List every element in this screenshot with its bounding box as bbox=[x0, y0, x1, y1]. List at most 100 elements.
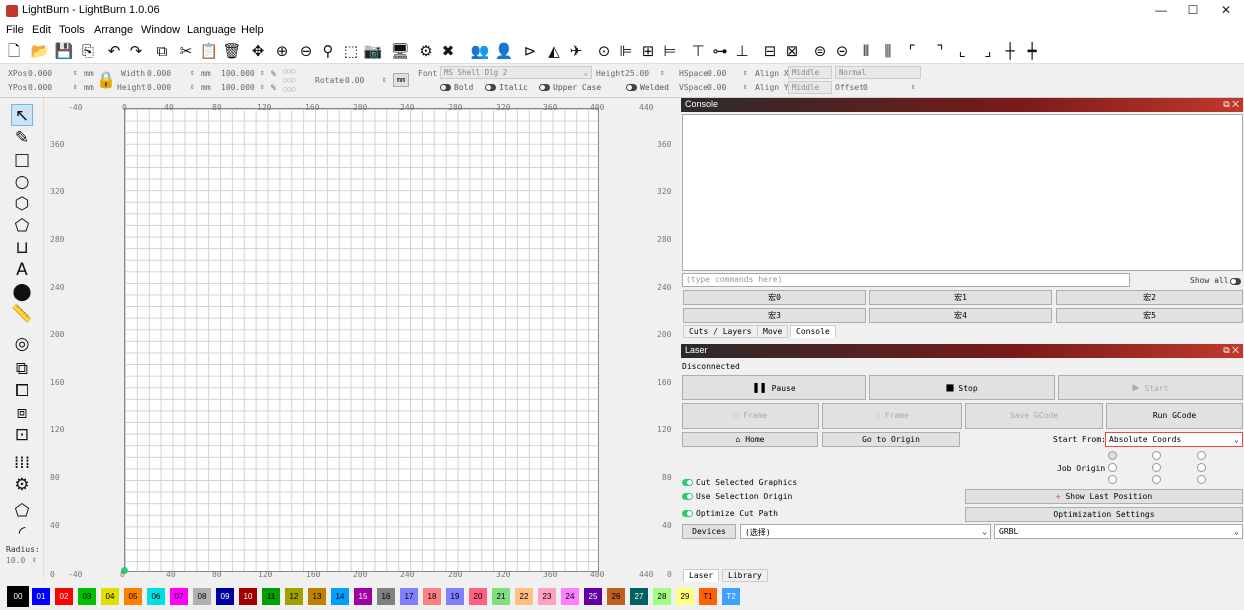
rectangle-tool-icon[interactable]: □ bbox=[11, 149, 33, 171]
macro-button[interactable]: 宏5 bbox=[1056, 308, 1243, 323]
italic-toggle[interactable]: Italic bbox=[485, 83, 528, 92]
open-folder-icon[interactable]: 📂 bbox=[30, 41, 50, 61]
stop-button[interactable]: ■ Stop bbox=[869, 375, 1055, 400]
tab-library[interactable]: Library bbox=[722, 569, 768, 582]
align-middle-icon[interactable]: ⊶ bbox=[710, 41, 730, 61]
device-select[interactable]: (选择) ⌄ bbox=[740, 524, 991, 539]
pause-button[interactable]: ❚❚ Pause bbox=[682, 375, 866, 400]
close-button[interactable]: ✕ bbox=[1211, 2, 1241, 20]
cut-icon[interactable]: ✂ bbox=[176, 41, 196, 61]
layer-swatch-05[interactable]: 05 bbox=[124, 588, 142, 605]
spin-arrows-icon[interactable]: ⇕ bbox=[743, 68, 748, 77]
layer-swatch-10[interactable]: 10 bbox=[239, 588, 257, 605]
panel-float-close-icon[interactable]: ⧉ ✕ bbox=[1223, 99, 1239, 110]
text-mode-select[interactable]: Normal bbox=[835, 66, 921, 79]
ellipse-tool-icon[interactable]: ○ bbox=[11, 171, 33, 193]
tab-move[interactable]: Move bbox=[757, 325, 789, 338]
scale-height-field[interactable]: 100.000 bbox=[221, 83, 255, 92]
tab-cuts-layers[interactable]: Cuts / Layers bbox=[683, 325, 758, 338]
layer-swatch-24[interactable]: 24 bbox=[561, 588, 579, 605]
width-field[interactable]: 0.000 bbox=[147, 69, 171, 78]
macro-button[interactable]: 宏1 bbox=[869, 290, 1052, 305]
menu-file[interactable]: File bbox=[6, 24, 24, 36]
unit-toggle-button[interactable]: mm bbox=[393, 73, 409, 87]
layer-swatch-14[interactable]: 14 bbox=[331, 588, 349, 605]
tab-console[interactable]: Console bbox=[790, 325, 836, 338]
measure-tool-icon[interactable]: 📏 bbox=[11, 303, 33, 325]
macro-button[interactable]: 宏4 bbox=[869, 308, 1052, 323]
optimization-settings-button[interactable]: Optimization Settings bbox=[965, 507, 1243, 522]
menu-language[interactable]: Language bbox=[187, 24, 236, 36]
space-v-icon[interactable]: ⊝ bbox=[832, 41, 852, 61]
ungroup-icon[interactable]: 👤 bbox=[494, 41, 514, 61]
zoom-selection-icon[interactable]: ⬚ bbox=[341, 41, 361, 61]
menu-edit[interactable]: Edit bbox=[32, 24, 51, 36]
macro-button[interactable]: 宏3 bbox=[683, 308, 866, 323]
layer-swatch-00[interactable]: 00 bbox=[7, 586, 29, 607]
redo-icon[interactable]: ↷ bbox=[126, 41, 146, 61]
fillet-icon[interactable]: ◜ bbox=[11, 522, 33, 544]
job-origin-radio[interactable] bbox=[1152, 451, 1161, 460]
import-icon[interactable]: ⎘ bbox=[78, 41, 98, 61]
distribute-h-icon[interactable]: ⊟ bbox=[760, 41, 780, 61]
use-selection-origin-toggle[interactable]: Use Selection Origin bbox=[682, 492, 792, 501]
copy-icon[interactable]: ⧉ bbox=[152, 41, 172, 61]
devices-button[interactable]: Devices bbox=[682, 524, 736, 539]
macro-button[interactable]: 宏0 bbox=[683, 290, 866, 305]
boolean-union-icon[interactable]: ⧉ bbox=[11, 358, 33, 380]
align-y-select[interactable]: Middle bbox=[788, 81, 832, 94]
run-gcode-button[interactable]: Run GCode bbox=[1106, 403, 1243, 429]
offset-shapes-icon[interactable]: ◎ bbox=[11, 333, 33, 355]
move-bottom-right-icon[interactable]: ⌟ bbox=[978, 41, 998, 61]
workspace-grid[interactable] bbox=[124, 108, 599, 572]
radius-field[interactable]: 10.0 bbox=[6, 556, 25, 565]
mirror-icon[interactable]: ◭ bbox=[544, 41, 564, 61]
menu-tools[interactable]: Tools bbox=[59, 24, 85, 36]
layer-swatch-27[interactable]: 27 bbox=[630, 588, 648, 605]
pentagon-tool-icon[interactable]: ⬠ bbox=[11, 215, 33, 237]
controller-select[interactable]: GRBL ⌄ bbox=[994, 524, 1243, 539]
edit-nodes-icon[interactable]: ✎ bbox=[11, 127, 33, 149]
height-field[interactable]: 0.000 bbox=[147, 83, 171, 92]
align-bottom-icon[interactable]: ⊥ bbox=[732, 41, 752, 61]
spin-arrows-icon[interactable]: ⇕ bbox=[190, 82, 195, 91]
font-select[interactable]: MS Shell Dlg 2 ⌄ bbox=[440, 66, 592, 79]
offset-field[interactable]: 0 bbox=[863, 83, 868, 92]
job-origin-radio[interactable] bbox=[1108, 451, 1117, 460]
console-command-input[interactable]: (type commands here) bbox=[682, 273, 1130, 287]
delete-icon[interactable]: 🗑 bbox=[222, 41, 242, 61]
move-icon[interactable]: ✥ bbox=[248, 41, 268, 61]
spin-arrows-icon[interactable]: ⇕ bbox=[190, 68, 195, 77]
minimize-button[interactable]: — bbox=[1146, 2, 1176, 20]
panel-float-close-icon[interactable]: ⧉ ✕ bbox=[1223, 345, 1239, 356]
layer-swatch-23[interactable]: 23 bbox=[538, 588, 556, 605]
menu-window[interactable]: Window bbox=[141, 24, 180, 36]
spin-arrows-icon[interactable]: ⇕ bbox=[911, 82, 916, 91]
layer-swatch-06[interactable]: 06 bbox=[147, 588, 165, 605]
job-origin-radio[interactable] bbox=[1197, 475, 1206, 484]
layer-swatch-19[interactable]: 19 bbox=[446, 588, 464, 605]
boolean-subtract-icon[interactable]: ⧠ bbox=[11, 380, 33, 402]
layer-swatch-20[interactable]: 20 bbox=[469, 588, 487, 605]
move-top-left-icon[interactable]: ⌜ bbox=[902, 41, 922, 61]
layer-swatch-26[interactable]: 26 bbox=[607, 588, 625, 605]
align-center-icon[interactable]: ⊞ bbox=[638, 41, 658, 61]
console-output[interactable] bbox=[682, 114, 1243, 271]
tools-icon[interactable]: ✖ bbox=[438, 41, 458, 61]
align-right-icon[interactable]: ⊨ bbox=[660, 41, 680, 61]
xpos-field[interactable]: 0.000 bbox=[28, 69, 52, 78]
vspace-field[interactable]: 0.00 bbox=[707, 83, 726, 92]
zoom-fit-icon[interactable]: ⚲ bbox=[318, 41, 338, 61]
job-origin-radio[interactable] bbox=[1108, 475, 1117, 484]
job-origin-radio[interactable] bbox=[1197, 463, 1206, 472]
move-origin-icon[interactable]: ┿ bbox=[1022, 41, 1042, 61]
layer-swatch-12[interactable]: 12 bbox=[285, 588, 303, 605]
layer-swatch-T2[interactable]: T2 bbox=[722, 588, 740, 605]
convert-path-icon[interactable]: ⬠ bbox=[11, 500, 33, 522]
job-origin-radio[interactable] bbox=[1152, 463, 1161, 472]
layer-swatch-09[interactable]: 09 bbox=[216, 588, 234, 605]
show-last-position-button[interactable]: ✛ Show Last Position bbox=[965, 489, 1243, 504]
layer-swatch-04[interactable]: 04 bbox=[101, 588, 119, 605]
maximize-button[interactable]: ☐ bbox=[1178, 2, 1208, 20]
layer-swatch-T1[interactable]: T1 bbox=[699, 588, 717, 605]
